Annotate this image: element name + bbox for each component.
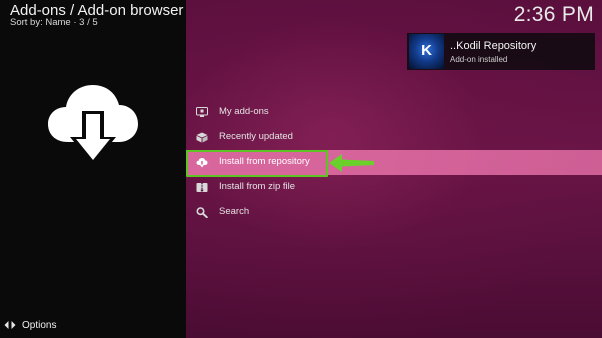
notification-title: ..Kodil Repository [450,39,537,52]
box-icon [196,132,208,143]
options-button[interactable]: Options [4,319,56,331]
notification-toast: K ..Kodil Repository Add-on installed [407,33,595,70]
zip-icon [196,183,208,192]
sort-info[interactable]: Sort by: Name · 3 / 5 [10,17,98,28]
monitor-icon [196,107,208,117]
menu-item-label: My add-ons [219,106,269,117]
clock: 2:36 PM [513,3,594,26]
left-arrow-icon [329,154,374,172]
menu-item-label: Recently updated [219,131,293,142]
menu-item-search[interactable]: Search [186,200,602,225]
menu-item-label: Install from zip file [219,181,296,192]
options-label: Options [22,319,57,331]
search-icon [196,207,208,218]
menu-item-label: Search [219,206,250,217]
menu-item-my-addons[interactable]: My add-ons [186,100,602,125]
options-icon [4,321,16,329]
menu-item-install-from-zip[interactable]: Install from zip file [186,175,602,200]
notification-message: Add-on installed [450,54,508,64]
menu-item-recently-updated[interactable]: Recently updated [186,125,602,150]
kodil-logo: K [409,34,444,69]
highlight-box [186,150,328,177]
cloud-download-icon [48,85,138,165]
